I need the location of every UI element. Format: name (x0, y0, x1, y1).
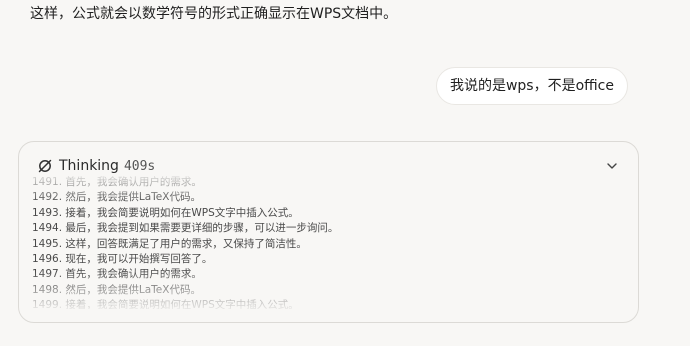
thinking-line: 1498. 然后，我会提供LaTeX代码。 (32, 283, 201, 296)
thinking-content: 1491. 首先，我会确认用户的需求。 1492. 然后，我会提供LaTeX代码… (32, 175, 620, 309)
thinking-duration: 409s (123, 158, 156, 174)
thinking-panel: Thinking 409s 1491. 首先，我会确认用户的需求。 1492. … (18, 141, 639, 323)
thinking-line: 1495. 这样，回答既满足了用户的需求，又保持了简洁性。 (32, 237, 307, 250)
thinking-line: 1494. 最后，我会提到如果需要更详细的步骤，可以进一步询问。 (32, 222, 339, 235)
thinking-header-toggle[interactable]: Thinking 409s (37, 156, 620, 176)
thinking-icon (38, 159, 52, 173)
thinking-title: Thinking (59, 158, 119, 174)
thinking-line: 1499. 接着，我会简要说明如何在WPS文字中插入公式。 (32, 299, 299, 309)
thinking-line: 1491. 首先，我会确认用户的需求。 (32, 176, 202, 188)
chat-page: 这样，公式就会以数学符号的形式正确显示在WPS文档中。 我说的是wps，不是of… (0, 0, 690, 346)
chevron-down-icon[interactable] (604, 158, 620, 174)
thinking-line: 1497. 首先，我会确认用户的需求。 (32, 268, 202, 281)
thinking-line: 1493. 接着，我会简要说明如何在WPS文字中插入公式。 (32, 206, 299, 219)
thinking-line: 1496. 现在，我可以开始撰写回答了。 (32, 253, 213, 266)
assistant-previous-answer: 这样，公式就会以数学符号的形式正确显示在WPS文档中。 (30, 6, 398, 22)
thinking-line: 1492. 然后，我会提供LaTeX代码。 (32, 191, 201, 204)
user-message-bubble: 我说的是wps，不是office (435, 67, 628, 105)
